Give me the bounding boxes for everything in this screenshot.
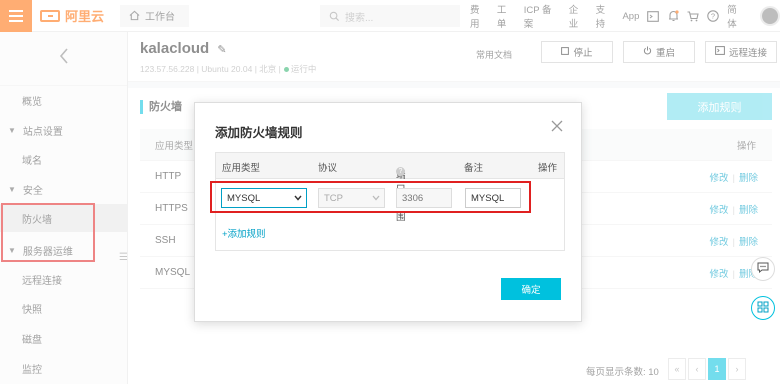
header-ops: 操作 bbox=[538, 163, 558, 174]
info-icon[interactable]: ? bbox=[396, 167, 405, 176]
grid-icon bbox=[757, 301, 769, 316]
header-note: 备注 bbox=[464, 163, 484, 174]
highlight-box-rule-row bbox=[210, 181, 531, 213]
rule-table-header: 应用类型 协议 端口范围 ? 备注 操作 bbox=[216, 153, 564, 223]
add-rule-link[interactable]: +添加规则 bbox=[222, 226, 266, 240]
header-protocol: 协议 bbox=[318, 163, 338, 174]
close-icon[interactable] bbox=[551, 119, 563, 136]
confirm-button[interactable]: 确定 bbox=[501, 278, 561, 300]
header-type: 应用类型 bbox=[222, 163, 261, 174]
chat-float-button[interactable] bbox=[751, 257, 775, 281]
chat-icon bbox=[757, 262, 769, 276]
dialog-title: 添加防火墙规则 bbox=[215, 126, 303, 140]
apps-float-button[interactable] bbox=[751, 296, 775, 320]
